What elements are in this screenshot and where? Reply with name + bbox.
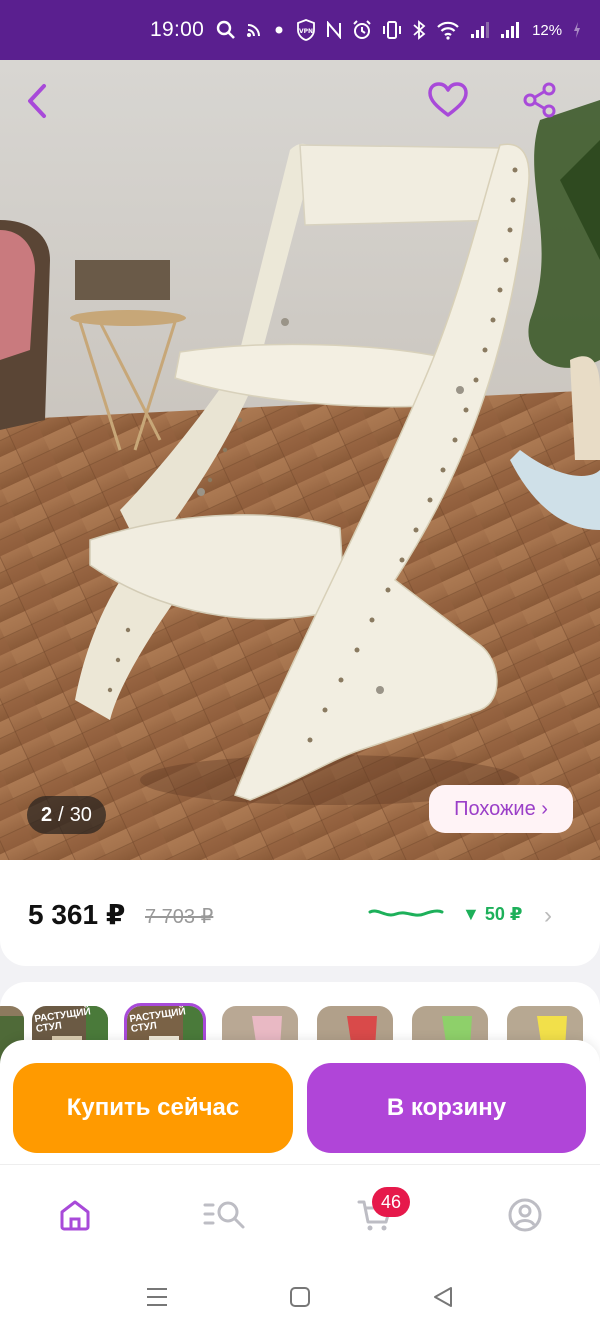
share-icon <box>523 82 556 118</box>
photo-counter: 2 / 30 <box>27 796 106 834</box>
nav-home[interactable] <box>53 1193 97 1237</box>
chevron-left-icon <box>28 84 46 118</box>
status-time: 19:00 <box>150 18 205 41</box>
signal-icon <box>471 22 490 38</box>
old-price: 7 703 ₽ <box>145 906 214 928</box>
profile-icon <box>508 1198 542 1232</box>
nav-profile[interactable] <box>503 1193 547 1237</box>
alarm-icon <box>353 20 371 39</box>
cast-icon <box>247 24 261 37</box>
current-price: 5 361 ₽ <box>28 899 126 930</box>
signal-icon <box>501 22 520 38</box>
wifi-icon <box>437 21 459 40</box>
chevron-right-icon[interactable]: › <box>544 902 552 930</box>
svg-text:VPN: VPN <box>299 28 313 35</box>
dot-icon <box>275 26 283 34</box>
vibrate-icon <box>383 21 402 39</box>
add-to-cart-button[interactable]: В корзину <box>307 1063 586 1153</box>
product-page: 19:00 VPN 12% 2 / 30 Похожие › 5 361 ₽ 7… <box>0 0 600 1332</box>
status-icons: VPN 12% <box>216 19 582 41</box>
menu-icon <box>147 1288 167 1306</box>
similar-button[interactable]: Похожие › <box>429 785 573 833</box>
cart-count-badge: 46 <box>372 1187 410 1217</box>
status-bar: 19:00 VPN 12% <box>0 0 600 60</box>
catalog-search-icon <box>203 1201 245 1229</box>
photo-current: 2 <box>41 803 53 826</box>
heart-icon <box>428 82 468 117</box>
vpn-icon: VPN <box>297 19 315 41</box>
price-drop[interactable]: ▼ 50 ₽ <box>462 904 522 925</box>
action-bar: Купить сейчас В корзину <box>0 1040 600 1164</box>
battery-icon <box>574 22 581 38</box>
nav-catalog[interactable] <box>203 1193 247 1237</box>
nfc-icon <box>327 21 342 39</box>
battery-level: 12% <box>532 21 563 39</box>
home-icon <box>60 1200 90 1231</box>
price-trend-icon[interactable] <box>368 906 444 920</box>
favorite-button[interactable] <box>428 82 478 132</box>
search-icon <box>216 20 235 39</box>
price-card: 5 361 ₽ 7 703 ₽ ▼ 50 ₽ › <box>0 860 600 966</box>
bottom-nav: 46 <box>0 1164 600 1260</box>
recents-button[interactable] <box>142 1282 172 1312</box>
similar-label: Похожие › <box>454 797 548 820</box>
home-system-button[interactable] <box>285 1282 315 1312</box>
square-icon <box>290 1287 310 1307</box>
share-button[interactable] <box>522 82 572 132</box>
chair-photo <box>0 60 600 860</box>
bluetooth-icon <box>413 20 426 40</box>
back-button[interactable] <box>22 83 72 133</box>
triangle-back-icon <box>434 1287 452 1307</box>
photo-separator: / <box>58 803 64 826</box>
product-photo[interactable]: 2 / 30 Похожие › <box>0 60 600 860</box>
back-system-button[interactable] <box>428 1282 458 1312</box>
buy-now-button[interactable]: Купить сейчас <box>13 1063 293 1153</box>
photo-total: 30 <box>69 803 92 826</box>
system-nav <box>0 1260 600 1332</box>
